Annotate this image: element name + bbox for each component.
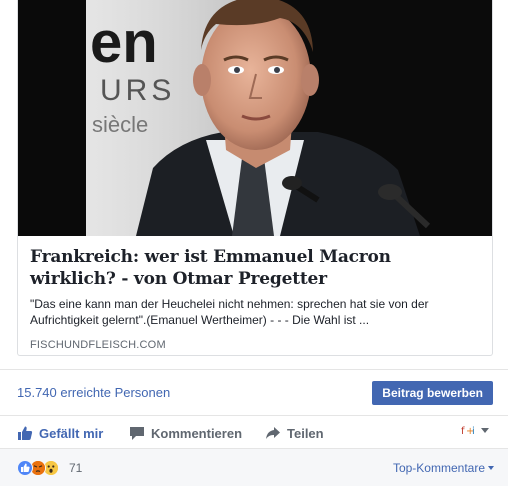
page-avatar-icon: f + i bbox=[460, 423, 478, 437]
chevron-down-icon bbox=[481, 428, 489, 433]
preview-headline[interactable]: Frankreich: wer ist Emmanuel Macron wirk… bbox=[30, 246, 482, 290]
share-icon bbox=[266, 427, 280, 439]
share-label: Teilen bbox=[287, 425, 324, 441]
portrait-photo: en URS siècle bbox=[18, 0, 492, 236]
reaction-icons[interactable] bbox=[17, 460, 59, 476]
banner-text-3: siècle bbox=[92, 112, 148, 137]
like-button[interactable]: Gefällt mir bbox=[17, 424, 103, 442]
svg-text:f: f bbox=[461, 426, 465, 437]
caret-down-icon bbox=[488, 466, 494, 470]
preview-image[interactable]: en URS siècle bbox=[18, 0, 492, 236]
audience-selector[interactable]: f + i bbox=[460, 423, 490, 437]
feed-post: en URS siècle Frankreich: wer ist Emmanu… bbox=[0, 0, 508, 486]
post-actions: Gefällt mir Kommentieren Teilen f + i bbox=[0, 417, 508, 448]
like-icon bbox=[17, 460, 33, 476]
reach-link[interactable]: 15.740 erreichte Personen bbox=[17, 385, 170, 400]
comment-label: Kommentieren bbox=[151, 425, 243, 441]
preview-excerpt: "Das eine kann man der Heuchelei nicht n… bbox=[30, 297, 429, 327]
preview-text[interactable]: Frankreich: wer ist Emmanuel Macron wirk… bbox=[18, 236, 492, 352]
svg-text:i: i bbox=[472, 426, 475, 437]
link-preview-card[interactable]: en URS siècle Frankreich: wer ist Emmanu… bbox=[17, 0, 493, 356]
preview-domain: FISCHUNDFLEISCH.COM bbox=[30, 339, 166, 351]
reaction-count[interactable]: 71 bbox=[69, 461, 82, 475]
share-button[interactable]: Teilen bbox=[265, 424, 324, 442]
like-label: Gefällt mir bbox=[39, 425, 104, 441]
reach-bar: 15.740 erreichte Personen Beitrag bewerb… bbox=[0, 369, 508, 416]
banner-text-1: en bbox=[90, 10, 158, 75]
comment-sort-label: Top-Kommentare bbox=[392, 461, 485, 475]
comment-icon bbox=[130, 427, 144, 440]
boost-post-button[interactable]: Beitrag bewerben bbox=[372, 381, 493, 405]
comment-button[interactable]: Kommentieren bbox=[129, 424, 242, 442]
thumbs-up-icon bbox=[18, 426, 33, 440]
banner-text-2: URS bbox=[100, 74, 175, 107]
comment-sort-dropdown[interactable]: Top-Kommentare bbox=[393, 461, 494, 475]
reactions-bar: 71 Top-Kommentare bbox=[0, 448, 508, 486]
